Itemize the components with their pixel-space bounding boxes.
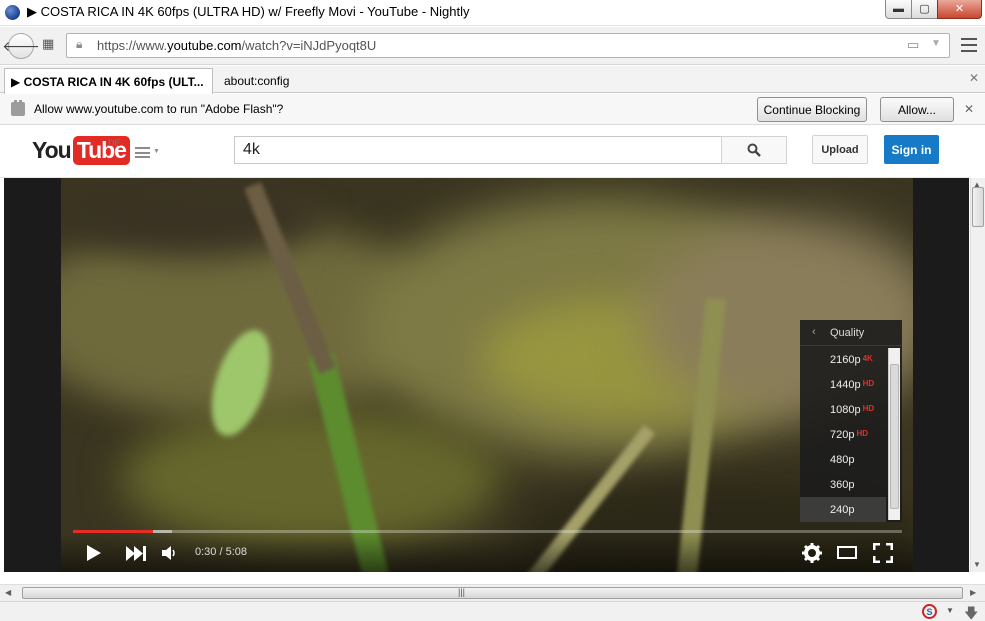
- noscript-icon[interactable]: S: [922, 604, 937, 619]
- lock-icon[interactable]: 🔒︎: [76, 37, 82, 52]
- quality-menu: ‹ Quality 2160p 4K 1440p HD 1080p HD 720p HD…: [800, 320, 902, 522]
- logo-you-text: You: [32, 136, 72, 163]
- tab-groups-icon[interactable]: ▦: [42, 37, 59, 51]
- quality-option-1440p[interactable]: 1440p HD: [800, 372, 886, 397]
- settings-gear-icon[interactable]: [802, 543, 822, 563]
- tab-youtube[interactable]: ▶ COSTA RICA IN 4K 60fps (ULT...: [4, 68, 213, 94]
- tab-bar: ▶ COSTA RICA IN 4K 60fps (ULT... about:c…: [0, 66, 985, 94]
- tab-about-config[interactable]: about:config: [215, 68, 395, 92]
- region-label: DE: [108, 138, 121, 148]
- hamburger-menu-icon[interactable]: [961, 38, 977, 52]
- window-title: ▶ COSTA RICA IN 4K 60fps (ULTRA HD) w/ F…: [27, 4, 470, 19]
- quality-option-1080p[interactable]: 1080p HD: [800, 397, 886, 422]
- quality-option-720p[interactable]: 720p HD: [800, 422, 886, 447]
- search-button[interactable]: [721, 136, 787, 164]
- progress-bar[interactable]: [73, 530, 902, 533]
- quality-option-240p[interactable]: 240p: [800, 497, 886, 522]
- play-icon[interactable]: [87, 545, 101, 561]
- guide-dropdown-icon[interactable]: ▼: [153, 148, 160, 155]
- theater-mode-icon[interactable]: [837, 546, 857, 559]
- noscript-dropdown-icon[interactable]: ▼: [946, 606, 954, 615]
- plugin-message: Allow www.youtube.com to run "Adobe Flas…: [34, 102, 284, 116]
- logo-tube-text: Tube: [72, 135, 130, 165]
- fullscreen-icon[interactable]: [873, 543, 893, 563]
- allow-plugin-button[interactable]: Allow...: [880, 97, 954, 122]
- url-text[interactable]: https://www.youtube.com/watch?v=iNJdPyoq…: [97, 38, 376, 53]
- url-path: /watch?v=iNJdPyoqt8U: [241, 38, 377, 53]
- youtube-masthead: YouTube DE ▼ Upload Sign in: [0, 126, 970, 178]
- url-prefix: https://www.: [97, 38, 168, 53]
- volume-icon[interactable]: [162, 545, 178, 561]
- url-dropdown-icon[interactable]: ▼: [931, 38, 941, 49]
- quality-option-2160p[interactable]: 2160p 4K: [800, 347, 886, 372]
- upload-button[interactable]: Upload: [812, 135, 868, 164]
- quality-option-480p[interactable]: 480p: [800, 447, 886, 472]
- horizontal-scrollbar[interactable]: ◀ ||| ▶: [0, 584, 985, 601]
- time-current: 0:30: [195, 546, 217, 558]
- back-button[interactable]: 🡐: [2, 33, 40, 59]
- scroll-down-icon[interactable]: ▼: [973, 560, 981, 569]
- nightly-globe-icon: [5, 5, 20, 20]
- search-input[interactable]: [234, 136, 722, 164]
- navigation-toolbar: 🡐 ▦ 🔒︎ https://www.youtube.com/watch?v=i…: [0, 27, 985, 65]
- quality-scrollbar-thumb[interactable]: [890, 364, 899, 509]
- close-tab-icon[interactable]: ✕: [969, 71, 979, 85]
- scroll-right-icon[interactable]: ▶: [970, 588, 976, 597]
- progress-played: [73, 530, 154, 533]
- close-notification-icon[interactable]: ✕: [964, 102, 974, 116]
- quality-menu-header[interactable]: ‹ Quality: [800, 320, 902, 346]
- back-arrow-icon: 🡐: [2, 37, 40, 54]
- scroll-left-icon[interactable]: ◀: [5, 588, 11, 597]
- quality-scrollbar[interactable]: [888, 348, 900, 520]
- url-bar[interactable]: 🔒︎ https://www.youtube.com/watch?v=iNJdP…: [66, 33, 950, 58]
- next-video-icon[interactable]: [126, 546, 146, 561]
- horizontal-scrollbar-thumb[interactable]: |||: [22, 587, 963, 599]
- time-display: 0:30 / 5:08: [195, 546, 248, 558]
- title-bar: ▶ COSTA RICA IN 4K 60fps (ULTRA HD) w/ F…: [0, 0, 985, 26]
- player-controls: 0:30 / 5:08: [61, 534, 913, 572]
- quality-option-360p[interactable]: 360p: [800, 472, 886, 497]
- close-window-button[interactable]: ✕: [937, 0, 982, 19]
- reader-view-icon[interactable]: ▭: [907, 37, 919, 53]
- guide-menu-icon[interactable]: [135, 147, 150, 158]
- quality-title: Quality: [830, 327, 865, 339]
- search-icon: [747, 143, 761, 157]
- download-icon[interactable]: 🡇: [964, 603, 978, 621]
- plugin-notification-bar: Allow www.youtube.com to run "Adobe Flas…: [0, 94, 985, 125]
- minimize-button[interactable]: ▬: [885, 0, 912, 19]
- status-bar: S ▼ 🡇: [0, 601, 985, 621]
- time-total: 5:08: [225, 546, 248, 558]
- video-frame[interactable]: [61, 178, 913, 572]
- continue-blocking-button[interactable]: Continue Blocking: [757, 97, 867, 122]
- url-host: youtube.com: [167, 38, 242, 53]
- vertical-scrollbar[interactable]: ▲ ▼: [970, 178, 985, 572]
- scrollbar-grip-icon: |||: [458, 587, 466, 597]
- maximize-button[interactable]: ▢: [911, 0, 938, 19]
- chevron-left-icon[interactable]: ‹: [812, 326, 816, 338]
- vertical-scrollbar-thumb[interactable]: [972, 187, 984, 227]
- sign-in-button[interactable]: Sign in: [884, 135, 939, 164]
- plugin-icon: [11, 100, 25, 116]
